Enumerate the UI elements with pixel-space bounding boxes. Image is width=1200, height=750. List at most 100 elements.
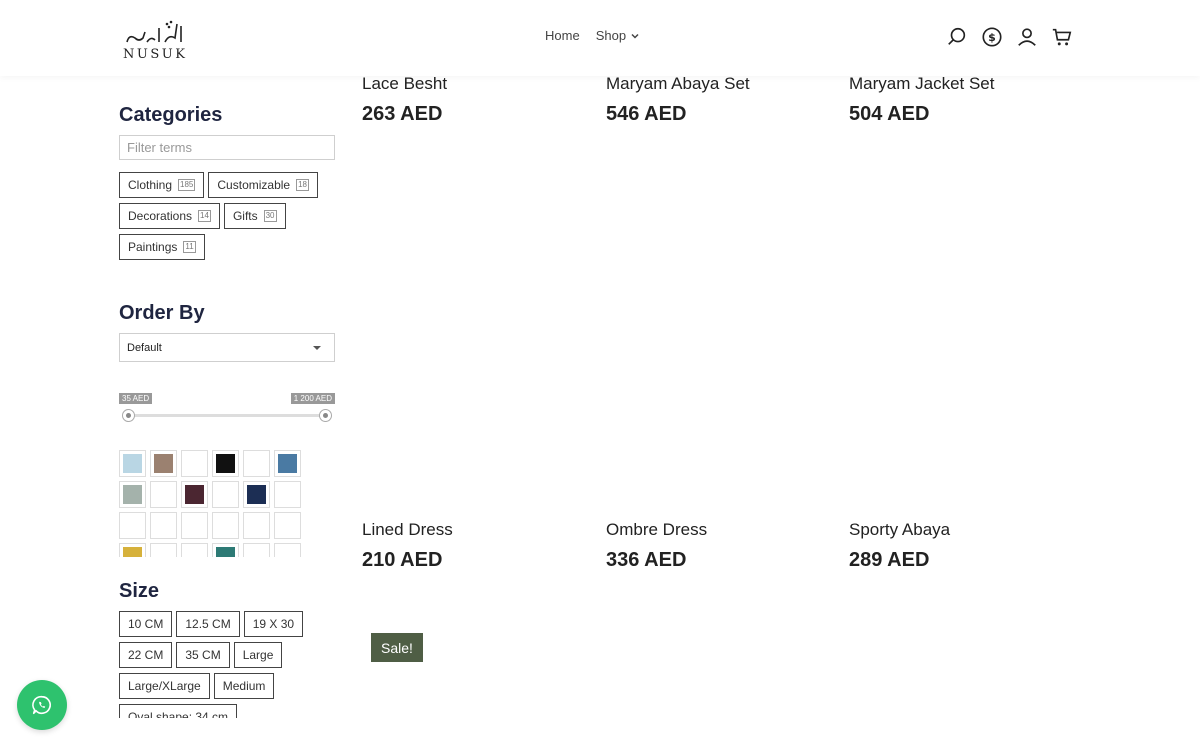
caret-down-icon	[313, 345, 321, 350]
size-tag[interactable]: 10 CM	[119, 611, 173, 637]
price-range-slider: 35 AED 1 200 AED	[119, 392, 335, 428]
account-icon[interactable]	[1016, 26, 1038, 48]
color-swatch[interactable]	[181, 512, 208, 539]
color-swatch[interactable]	[212, 543, 239, 557]
site-header: NUSUK Home Shop $	[0, 0, 1200, 76]
color-swatch-fill	[154, 454, 173, 473]
size-tag[interactable]: 22 CM	[119, 642, 173, 668]
order-by-select[interactable]: Default	[119, 333, 335, 362]
product-name[interactable]: Sporty Abaya	[849, 520, 1079, 540]
color-swatch[interactable]	[243, 481, 270, 508]
color-swatch-fill	[123, 485, 142, 504]
size-tag[interactable]: Oval shape: 34 cm	[119, 704, 238, 718]
category-tag-paintings[interactable]: Paintings 11	[119, 234, 205, 260]
color-swatch-fill	[123, 547, 142, 557]
color-swatch[interactable]	[274, 512, 301, 539]
size-title: Size	[119, 580, 160, 602]
main-nav: Home Shop	[545, 28, 640, 43]
color-swatch-fill	[216, 485, 235, 504]
whatsapp-chat-button[interactable]	[17, 680, 67, 730]
color-swatch[interactable]	[274, 543, 301, 557]
color-swatch[interactable]	[274, 450, 301, 477]
color-swatch[interactable]	[150, 481, 177, 508]
product-price: 263 AED	[362, 103, 443, 125]
size-tag[interactable]: Large/XLarge	[119, 673, 210, 699]
currency-icon[interactable]: $	[981, 26, 1003, 48]
color-swatch-fill	[216, 547, 235, 557]
color-swatch[interactable]	[150, 543, 177, 557]
slider-track[interactable]	[128, 414, 326, 417]
color-swatch-fill	[216, 454, 235, 473]
order-by-title: Order By	[119, 302, 205, 324]
categories-title: Categories	[119, 104, 223, 126]
arabic-logo-mark-icon	[126, 20, 182, 43]
color-swatch-fill	[185, 547, 204, 557]
color-swatch[interactable]	[181, 543, 208, 557]
category-filter-input[interactable]	[119, 135, 335, 160]
color-swatch-fill	[247, 454, 266, 473]
product-price: 336 AED	[606, 549, 687, 571]
product-name[interactable]: Ombre Dress	[606, 520, 836, 540]
color-swatch-fill	[185, 485, 204, 504]
product-card[interactable]: Ombre Dress 336 AED	[606, 520, 836, 572]
logo[interactable]: NUSUK	[123, 18, 189, 62]
color-swatch[interactable]	[212, 512, 239, 539]
color-swatch[interactable]	[119, 543, 146, 557]
product-name[interactable]: Maryam Abaya Set	[606, 74, 836, 94]
product-price: 289 AED	[849, 549, 930, 571]
color-swatch[interactable]	[119, 512, 146, 539]
color-swatch-fill	[123, 516, 142, 535]
cart-icon[interactable]	[1051, 26, 1073, 48]
product-card[interactable]: Maryam Abaya Set 546 AED	[606, 74, 836, 126]
color-swatch[interactable]	[119, 481, 146, 508]
color-swatch[interactable]	[181, 450, 208, 477]
nav-shop[interactable]: Shop	[596, 28, 640, 43]
color-swatch[interactable]	[181, 481, 208, 508]
svg-text:$: $	[988, 31, 996, 44]
color-swatch[interactable]	[243, 450, 270, 477]
color-swatch-fill	[154, 485, 173, 504]
color-swatch[interactable]	[212, 450, 239, 477]
price-max-label: 1 200 AED	[290, 393, 335, 404]
color-swatch[interactable]	[150, 512, 177, 539]
color-swatch[interactable]	[212, 481, 239, 508]
category-tag-gifts[interactable]: Gifts 30	[223, 203, 286, 229]
header-icons: $	[946, 26, 1073, 48]
size-tag[interactable]: Large	[233, 642, 283, 668]
color-swatch-fill	[216, 516, 235, 535]
product-card[interactable]: Sporty Abaya 289 AED	[849, 520, 1079, 572]
product-name[interactable]: Lined Dress	[362, 520, 592, 540]
price-min-label: 35 AED	[119, 393, 153, 404]
color-swatch-grid	[119, 450, 304, 557]
color-swatch[interactable]	[150, 450, 177, 477]
product-name[interactable]: Maryam Jacket Set	[849, 74, 1079, 94]
color-swatch-fill	[185, 454, 204, 473]
size-tag[interactable]: Medium	[213, 673, 275, 699]
category-tag-decorations[interactable]: Decorations 14	[119, 203, 220, 229]
color-swatch[interactable]	[243, 543, 270, 557]
color-swatch[interactable]	[274, 481, 301, 508]
slider-handle-max[interactable]	[319, 409, 332, 422]
color-swatch[interactable]	[119, 450, 146, 477]
slider-handle-min[interactable]	[122, 409, 135, 422]
size-tag[interactable]: 12.5 CM	[176, 611, 240, 637]
product-card[interactable]: Lace Besht 263 AED	[362, 74, 592, 126]
category-tag-clothing[interactable]: Clothing 185	[119, 172, 205, 198]
color-swatch-fill	[278, 485, 297, 504]
product-price: 546 AED	[606, 103, 687, 125]
chevron-down-icon	[631, 33, 639, 39]
color-swatch-fill	[278, 454, 297, 473]
product-card[interactable]: Maryam Jacket Set 504 AED	[849, 74, 1079, 126]
color-swatch-fill	[185, 516, 204, 535]
category-tag-customizable[interactable]: Customizable 18	[208, 172, 318, 198]
nav-home[interactable]: Home	[545, 28, 580, 43]
product-card[interactable]: Lined Dress 210 AED	[362, 520, 592, 572]
search-icon[interactable]	[946, 26, 968, 48]
size-tag[interactable]: 19 X 30	[243, 611, 304, 637]
size-tag[interactable]: 35 CM	[176, 642, 230, 668]
sale-badge: Sale!	[371, 633, 423, 662]
color-swatch[interactable]	[243, 512, 270, 539]
color-swatch-fill	[247, 485, 266, 504]
color-swatch-fill	[278, 547, 297, 557]
product-name[interactable]: Lace Besht	[362, 74, 592, 94]
